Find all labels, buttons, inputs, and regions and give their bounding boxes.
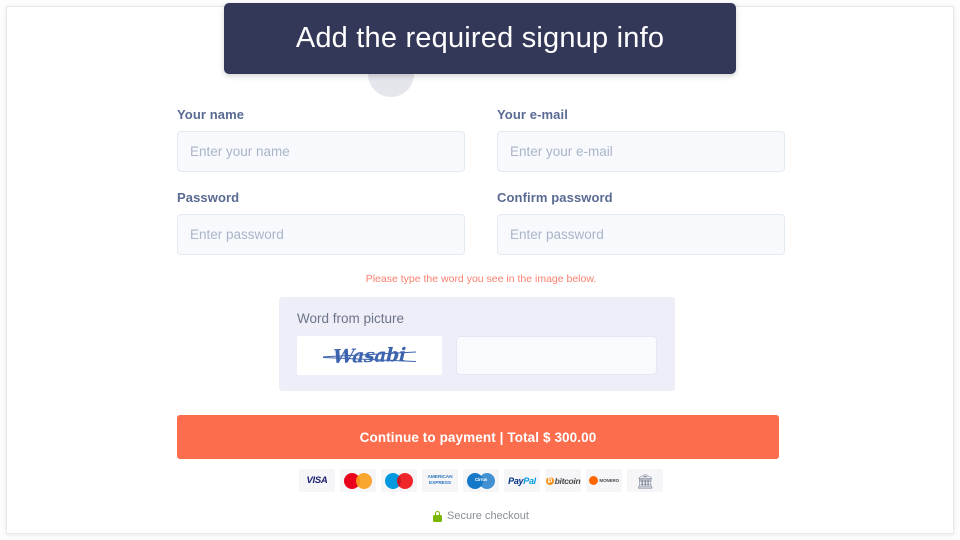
bitcoin-mark: ₿ xyxy=(545,476,554,485)
monero-label: MONERO xyxy=(599,478,620,483)
bitcoin-icon: ₿ bitcoin xyxy=(545,475,581,486)
field-label-email: Your e-mail xyxy=(497,107,568,122)
cirrus-label: Cirrus xyxy=(474,476,488,482)
monero-mark xyxy=(588,476,598,485)
amex-label-line1: AMERICAN xyxy=(427,474,453,480)
field-label-confirm-password: Confirm password xyxy=(497,190,613,205)
field-name: Your name xyxy=(177,107,465,172)
password-input[interactable] xyxy=(177,214,465,255)
continue-to-payment-button[interactable]: Continue to payment | Total $ 300.00 xyxy=(177,415,779,459)
page-frame: Your name Your e-mail Password Confirm p xyxy=(6,6,954,534)
payment-icon-monero[interactable]: MONERO xyxy=(586,469,622,492)
secure-checkout-label: Secure checkout xyxy=(447,510,529,522)
field-label-name: Your name xyxy=(177,107,245,122)
signup-card: Your name Your e-mail Password Confirm p xyxy=(7,7,955,535)
maestro-icon xyxy=(385,472,413,489)
field-email: Your e-mail xyxy=(497,107,785,172)
payment-icon-maestro[interactable] xyxy=(381,469,417,492)
captcha-row: Wasabi xyxy=(297,336,657,375)
secure-checkout: Secure checkout xyxy=(7,510,955,522)
name-input[interactable] xyxy=(177,131,465,172)
instruction-tooltip-text: Add the required signup info xyxy=(295,22,665,54)
payment-icon-bitcoin[interactable]: ₿ bitcoin xyxy=(545,469,581,492)
cirrus-icon: Cirrus xyxy=(467,472,495,489)
captcha-panel: Word from picture Wasabi xyxy=(279,297,675,391)
payment-icon-visa[interactable]: VISA xyxy=(299,469,335,492)
amex-icon: AMERICAN EXPRESS xyxy=(427,475,452,487)
payment-icon-mastercard[interactable] xyxy=(340,469,376,492)
bitcoin-label: bitcoin xyxy=(554,475,581,486)
form-row-1: Your name Your e-mail xyxy=(177,107,785,172)
email-input[interactable] xyxy=(497,131,785,172)
payment-icon-american-express[interactable]: AMERICAN EXPRESS xyxy=(422,469,458,492)
lock-icon xyxy=(433,510,443,522)
payment-icon-paypal[interactable]: PayPal xyxy=(504,469,540,492)
captcha-input[interactable] xyxy=(456,336,657,375)
paypal-label-b: Pal xyxy=(523,475,536,486)
payment-methods: VISA AMERICAN EXPRESS Cirrus PayPal ₿ bi… xyxy=(7,469,955,492)
confirm-password-input[interactable] xyxy=(497,214,785,255)
paypal-label-a: Pay xyxy=(508,475,524,486)
payment-icon-cirrus[interactable]: Cirrus xyxy=(463,469,499,492)
amex-label-line2: EXPRESS xyxy=(429,480,451,486)
instruction-tooltip: Add the required signup info xyxy=(224,3,736,74)
captcha-error-message: Please type the word you see in the imag… xyxy=(365,273,597,285)
monero-icon: MONERO xyxy=(588,476,620,485)
field-password: Password xyxy=(177,190,465,255)
bank-icon: 🏛 xyxy=(636,472,654,489)
screen: Your name Your e-mail Password Confirm p xyxy=(0,0,960,540)
signup-form: Your name Your e-mail Password Confirm p xyxy=(177,107,785,391)
payment-icon-bank-transfer[interactable]: 🏛 xyxy=(627,469,663,492)
mastercard-icon xyxy=(344,472,372,489)
captcha-label: Word from picture xyxy=(297,311,405,326)
form-row-2: Password Confirm password xyxy=(177,190,785,255)
visa-label: VISA xyxy=(306,475,328,486)
paypal-icon: PayPal xyxy=(508,476,536,486)
field-confirm-password: Confirm password xyxy=(497,190,785,255)
captcha-image: Wasabi xyxy=(297,336,442,375)
field-label-password: Password xyxy=(177,190,240,205)
